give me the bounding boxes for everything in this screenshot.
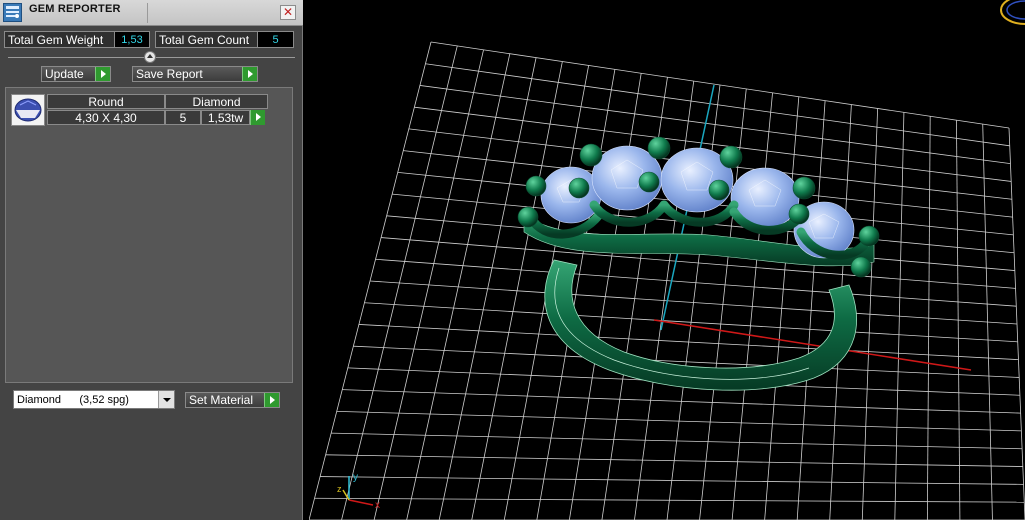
gem-shape-header: Round [47, 94, 165, 109]
play-arrow-icon [242, 67, 257, 81]
material-dropdown[interactable]: Diamond (3,52 spg) [13, 390, 175, 409]
grid-line [325, 454, 1023, 467]
axis-gizmo-icon: y x z [337, 472, 380, 511]
total-gem-weight-value: 1,53 [115, 31, 150, 48]
save-report-button-label: Save Report [136, 67, 203, 81]
play-arrow-icon [264, 393, 279, 407]
viewport-canvas[interactable]: y x z [309, 0, 1025, 520]
play-arrow-icon[interactable] [250, 110, 265, 125]
grid-line [331, 432, 1023, 450]
total-gem-weight-field: Total Gem Weight 1,53 [4, 31, 150, 48]
set-material-button[interactable]: Set Material [185, 392, 280, 408]
grid-line [364, 302, 1018, 343]
grid-line [336, 410, 1022, 432]
grid-line [358, 324, 1019, 361]
gizmo-z-label: z [337, 484, 342, 494]
total-gem-count-value: 5 [258, 31, 294, 48]
gem-reporter-app-icon [3, 3, 22, 22]
total-gem-count-field: Total Gem Count 5 [155, 31, 294, 48]
total-gem-weight-label: Total Gem Weight [4, 31, 115, 48]
grid-line [796, 100, 826, 520]
grid-line [764, 96, 800, 520]
close-icon[interactable]: ✕ [280, 5, 296, 20]
gem-list: Round Diamond 4,30 X 4,30 5 1,53tw [5, 87, 293, 383]
title-divider [147, 3, 148, 23]
collapse-arrow-icon[interactable] [144, 51, 156, 63]
round-gem-icon[interactable] [11, 94, 45, 126]
set-material-button-label: Set Material [189, 393, 254, 407]
3d-viewport[interactable]: y x z [309, 0, 1025, 520]
view-orientation-icon[interactable] [1000, 0, 1025, 25]
update-button-label: Update [45, 67, 84, 81]
gizmo-y-label: y [353, 472, 358, 483]
grid-line [342, 389, 1021, 414]
window-title: GEM REPORTER [29, 3, 121, 15]
play-arrow-icon [95, 67, 110, 81]
dropdown-arrow-icon[interactable] [158, 391, 174, 408]
gem-reporter-panel: GEM REPORTER ✕ Total Gem Weight 1,53 Tot… [0, 0, 303, 520]
update-button[interactable]: Update [41, 66, 111, 82]
total-gem-count-label: Total Gem Count [155, 31, 258, 48]
gizmo-x-label: x [375, 500, 380, 511]
gem-material-header: Diamond [165, 94, 268, 109]
construction-grid [309, 41, 1025, 520]
gem-count-cell: 5 [165, 110, 201, 125]
gem-weight-cell: 1,53tw [201, 110, 250, 125]
material-selected-value: Diamond (3,52 spg) [17, 393, 129, 406]
save-report-button[interactable]: Save Report [132, 66, 258, 82]
title-bar[interactable]: GEM REPORTER ✕ [0, 0, 303, 26]
gem-size-cell: 4,30 X 4,30 [47, 110, 165, 125]
